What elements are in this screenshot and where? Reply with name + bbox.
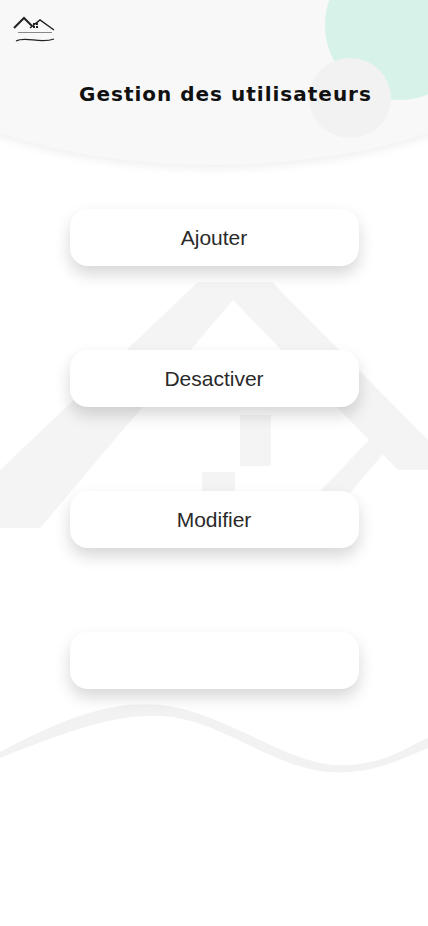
action-list: Ajouter Desactiver Modifier [0, 165, 428, 689]
action-button[interactable]: Ajouter [70, 209, 359, 266]
action-button[interactable] [70, 632, 359, 689]
page-title: Gestion des utilisateurs [12, 82, 428, 106]
action-button[interactable]: Desactiver [70, 350, 359, 407]
house-logo-icon [12, 14, 56, 44]
action-button[interactable]: Modifier [70, 491, 359, 548]
user-management-screen: Gestion des utilisateurs Ajouter Desactive… [0, 0, 428, 926]
header: Gestion des utilisateurs [0, 0, 428, 165]
